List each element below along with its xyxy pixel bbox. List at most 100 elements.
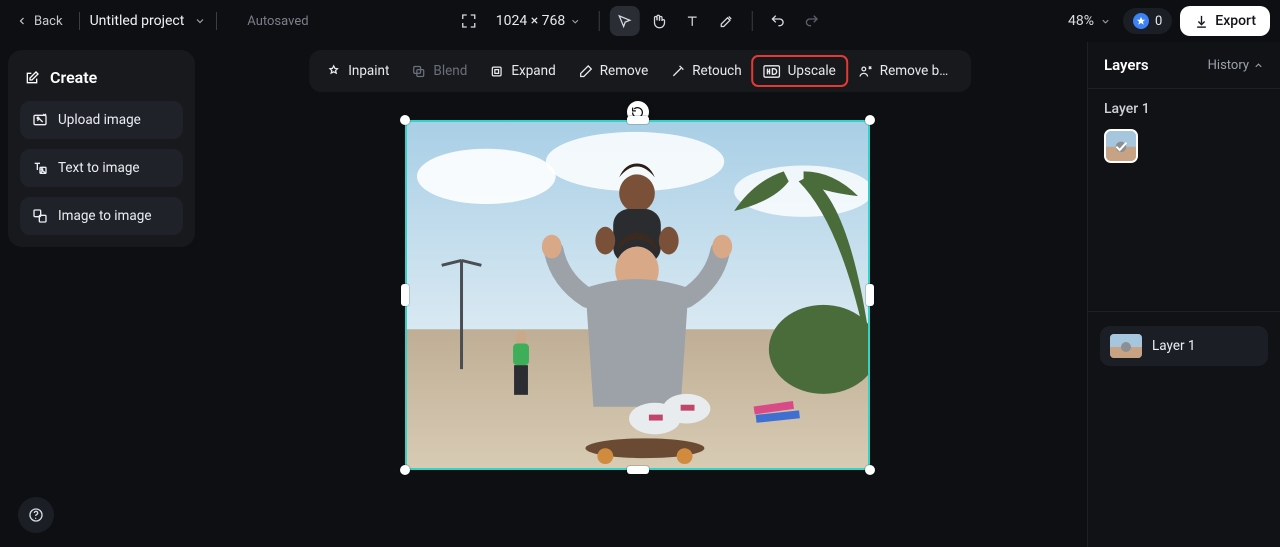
back-button[interactable]: Back	[10, 10, 69, 33]
action-bar: Inpaint Blend Expand Remove Retouch Upsc…	[309, 50, 971, 92]
cursor-icon	[617, 14, 632, 29]
resize-handle-sw[interactable]	[400, 465, 410, 475]
blend-icon	[411, 64, 426, 79]
top-right-cluster: 48% 0 Export	[1064, 6, 1270, 36]
export-button[interactable]: Export	[1180, 6, 1270, 36]
hd-icon	[764, 65, 781, 78]
canvas-dimensions-dropdown[interactable]: 1024 × 768	[488, 13, 589, 29]
text-icon	[685, 14, 700, 29]
retouch-button[interactable]: Retouch	[659, 56, 752, 86]
autosave-status: Autosaved	[247, 14, 308, 29]
selected-layer-thumbnail[interactable]	[1104, 129, 1138, 163]
upload-icon	[32, 112, 48, 128]
resize-handle-ne[interactable]	[865, 115, 875, 125]
select-tool-button[interactable]	[609, 6, 639, 36]
resize-handle-w[interactable]	[401, 284, 409, 306]
download-icon	[1194, 14, 1209, 29]
chevron-up-icon	[1253, 60, 1264, 71]
resize-handle-s[interactable]	[627, 466, 649, 474]
undo-button[interactable]	[762, 6, 792, 36]
text-to-image-button[interactable]: Text to image	[20, 149, 183, 187]
image-to-image-icon	[32, 208, 48, 224]
canvas-selection[interactable]	[405, 120, 870, 470]
undo-icon	[769, 13, 785, 29]
right-panel-header: Layers History	[1088, 42, 1280, 88]
resize-handle-n[interactable]	[627, 116, 649, 124]
create-icon	[24, 70, 40, 86]
upscale-label: Upscale	[788, 63, 836, 79]
chevron-left-icon	[16, 15, 28, 27]
remove-label: Remove	[600, 63, 649, 79]
selection-frame	[405, 120, 870, 470]
upload-image-label: Upload image	[58, 112, 141, 128]
help-button[interactable]	[18, 497, 54, 533]
create-header: Create	[20, 62, 183, 101]
hand-icon	[651, 14, 666, 29]
expand-icon	[489, 64, 504, 79]
blend-label: Blend	[433, 63, 467, 79]
layer-item-label: Layer 1	[1152, 338, 1196, 354]
chevron-down-icon	[569, 16, 580, 27]
divider	[751, 11, 752, 31]
export-label: Export	[1215, 13, 1256, 29]
resize-handle-nw[interactable]	[400, 115, 410, 125]
fit-screen-icon	[461, 13, 477, 29]
tab-layers[interactable]: Layers	[1104, 56, 1149, 74]
upscale-button[interactable]: Upscale	[753, 56, 847, 86]
text-tool-button[interactable]	[677, 6, 707, 36]
project-title-button[interactable]: Untitled project	[90, 13, 207, 29]
resize-handle-se[interactable]	[865, 465, 875, 475]
back-label: Back	[34, 14, 63, 29]
zoom-text: 48%	[1068, 13, 1094, 29]
brush-tool-button[interactable]	[711, 6, 741, 36]
credits-count: 0	[1155, 14, 1162, 29]
tab-history[interactable]: History	[1208, 58, 1264, 73]
chevron-down-icon	[1100, 16, 1111, 27]
eraser-icon	[578, 64, 593, 79]
remove-background-button[interactable]: Remove back…	[847, 56, 965, 86]
redo-button[interactable]	[796, 6, 826, 36]
right-panel: Layers History Layer 1 Layer 1	[1087, 42, 1280, 547]
text-to-image-icon	[32, 160, 48, 176]
remove-bg-label: Remove back…	[880, 63, 954, 79]
selected-layer-name: Layer 1	[1088, 89, 1280, 125]
brush-icon	[719, 14, 734, 29]
remove-bg-icon	[858, 64, 873, 79]
pan-tool-button[interactable]	[643, 6, 673, 36]
resize-handle-e[interactable]	[866, 284, 874, 306]
layer-list-item[interactable]: Layer 1	[1100, 326, 1268, 366]
redo-icon	[803, 13, 819, 29]
expand-button[interactable]: Expand	[478, 56, 566, 86]
blend-button[interactable]: Blend	[400, 56, 478, 86]
left-panel: Create Upload image Text to image Image …	[8, 50, 195, 247]
check-icon	[1106, 131, 1136, 161]
retouch-label: Retouch	[692, 63, 741, 79]
credits-button[interactable]: 0	[1123, 8, 1172, 34]
divider	[216, 12, 217, 30]
spacer	[1088, 167, 1280, 307]
top-bar: Back Untitled project Autosaved 1024 × 7…	[0, 0, 1280, 42]
project-title: Untitled project	[90, 13, 185, 29]
credits-icon	[1133, 13, 1149, 29]
canvas-dimensions-text: 1024 × 768	[496, 13, 566, 29]
inpaint-button[interactable]: Inpaint	[315, 56, 400, 86]
expand-label: Expand	[511, 63, 555, 79]
inpaint-icon	[326, 64, 341, 79]
history-label: History	[1208, 58, 1249, 73]
inpaint-label: Inpaint	[348, 63, 389, 79]
image-to-image-button[interactable]: Image to image	[20, 197, 183, 235]
fit-screen-button[interactable]	[454, 6, 484, 36]
help-icon	[28, 507, 44, 523]
chevron-down-icon	[194, 15, 206, 27]
wand-icon	[670, 64, 685, 79]
upload-image-button[interactable]: Upload image	[20, 101, 183, 139]
top-center-cluster: 1024 × 768	[454, 6, 827, 36]
divider	[1088, 311, 1280, 312]
text-to-image-label: Text to image	[58, 160, 140, 176]
zoom-dropdown[interactable]: 48%	[1064, 13, 1115, 29]
layer-thumbnail	[1110, 334, 1142, 358]
divider	[598, 11, 599, 31]
remove-button[interactable]: Remove	[567, 56, 660, 86]
divider	[79, 12, 80, 30]
create-label: Create	[50, 68, 97, 87]
